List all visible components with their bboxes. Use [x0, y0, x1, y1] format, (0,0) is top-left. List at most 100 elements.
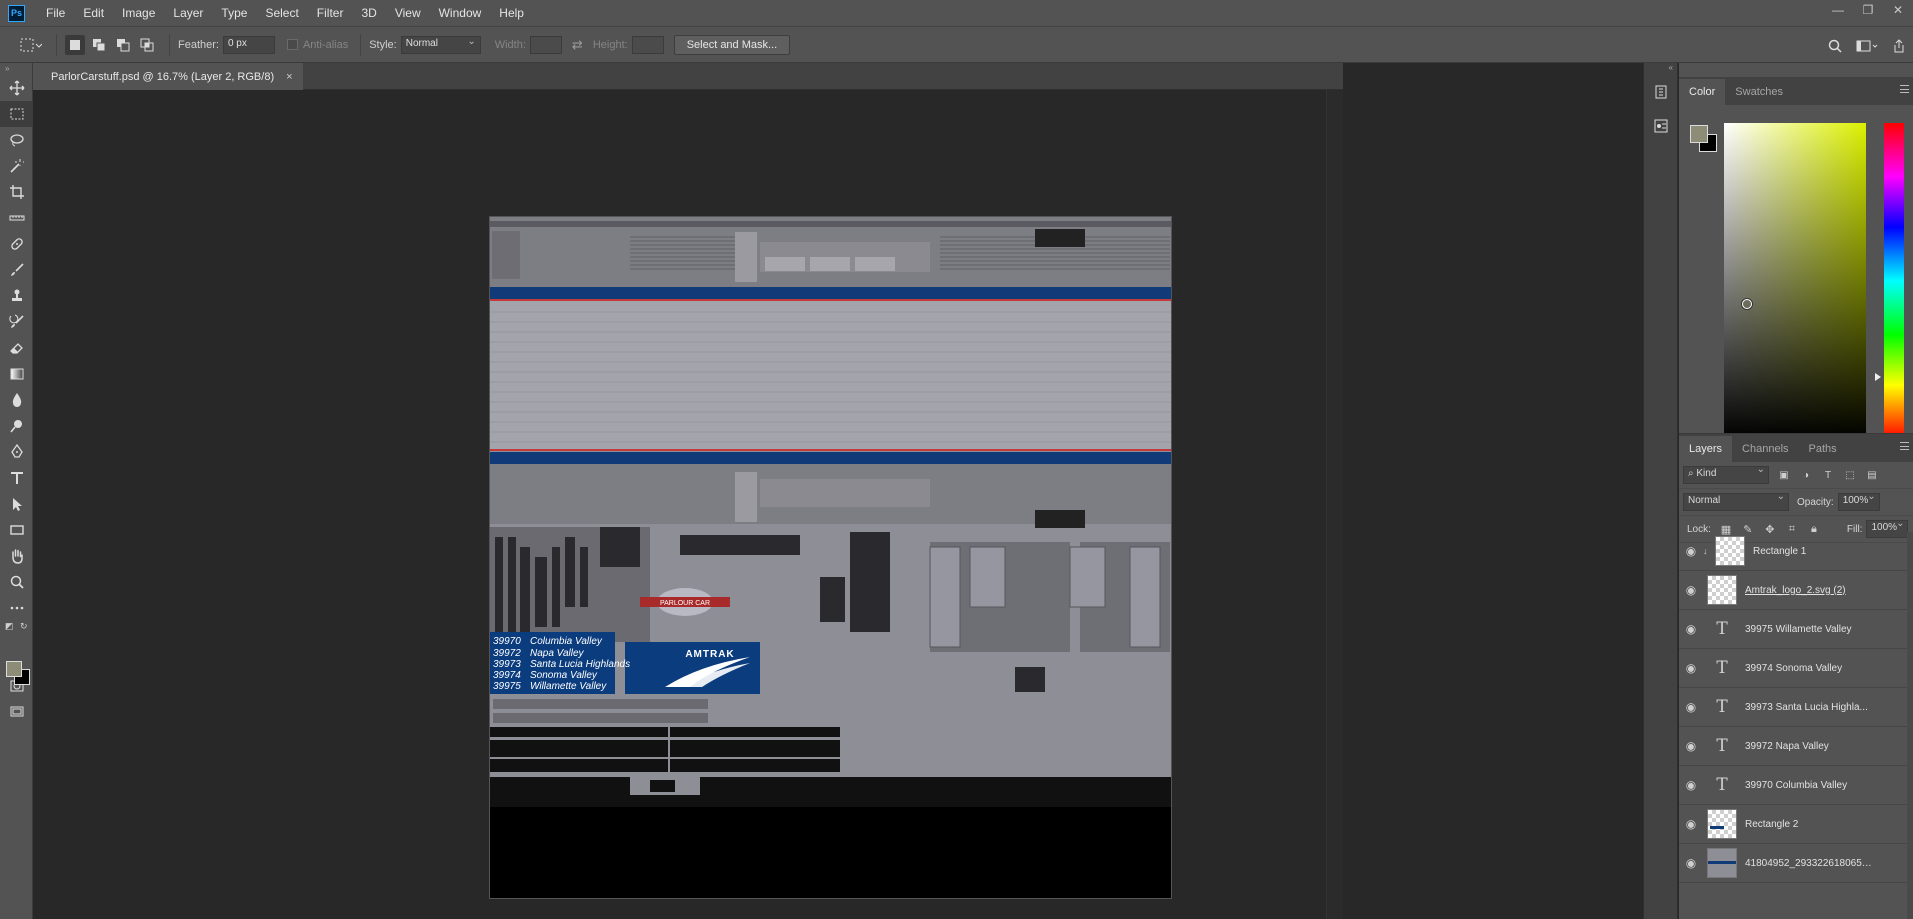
pen-tool-icon[interactable]: [0, 439, 33, 465]
panel-menu-icon[interactable]: [1900, 85, 1909, 93]
visibility-eye-icon[interactable]: ◉: [1679, 583, 1703, 597]
swap-colors-icon[interactable]: ↻: [20, 621, 28, 632]
more-tools-icon[interactable]: [0, 595, 33, 621]
layer-name[interactable]: 39973 Santa Lucia Highla...: [1745, 702, 1873, 713]
visibility-eye-icon[interactable]: ◉: [1679, 622, 1703, 636]
layer-name[interactable]: 39975 Willamette Valley: [1745, 624, 1873, 635]
pixel-filter-icon[interactable]: ▣: [1773, 466, 1795, 484]
layer-row[interactable]: ◉ ↓ Rectangle 1: [1679, 532, 1913, 571]
select-and-mask-button[interactable]: Select and Mask...: [673, 34, 791, 55]
menu-edit[interactable]: Edit: [74, 0, 113, 26]
panel-menu-icon[interactable]: [1900, 442, 1909, 450]
menu-3d[interactable]: 3D: [352, 0, 385, 26]
layer-row[interactable]: ◉ 41804952_2933226180650...: [1679, 844, 1913, 883]
layer-name[interactable]: Rectangle 2: [1745, 819, 1873, 830]
workspace-icon[interactable]: [1849, 32, 1885, 60]
style-dropdown[interactable]: Normal ⌄: [400, 35, 481, 54]
minimize-button[interactable]: —: [1823, 0, 1853, 20]
subtract-selection-icon[interactable]: [113, 35, 133, 55]
tab-swatches[interactable]: Swatches: [1725, 79, 1793, 105]
visibility-eye-icon[interactable]: ◉: [1679, 817, 1703, 831]
layer-row[interactable]: ◉ T 39973 Santa Lucia Highla...: [1679, 688, 1913, 727]
width-input[interactable]: [529, 35, 562, 54]
opacity-input[interactable]: 100%: [1837, 491, 1880, 511]
layer-row[interactable]: ◉ T 39972 Napa Valley: [1679, 727, 1913, 766]
vertical-scrollbar[interactable]: [1326, 90, 1343, 919]
close-button[interactable]: ✕: [1883, 0, 1913, 20]
lasso-tool-icon[interactable]: [0, 127, 33, 153]
rectangle-tool-icon[interactable]: [0, 517, 33, 543]
new-selection-icon[interactable]: [65, 34, 85, 55]
ruler-tool-icon[interactable]: [0, 205, 33, 231]
blend-mode-dropdown[interactable]: Normal: [1683, 491, 1789, 511]
default-colors-icon[interactable]: ◩: [5, 621, 14, 632]
collapse-icon[interactable]: »: [0, 63, 32, 75]
screen-mode-icon[interactable]: [0, 699, 33, 725]
color-panel-foreground-swatch[interactable]: [1690, 125, 1708, 143]
blur-tool-icon[interactable]: [0, 387, 33, 413]
crop-tool-icon[interactable]: [0, 179, 33, 205]
visibility-eye-icon[interactable]: ◉: [1679, 856, 1703, 870]
color-picker-marker[interactable]: [1742, 299, 1752, 309]
menu-window[interactable]: Window: [430, 0, 491, 26]
document-tab[interactable]: ParlorCarstuff.psd @ 16.7% (Layer 2, RGB…: [33, 63, 303, 90]
tab-channels[interactable]: Channels: [1732, 436, 1798, 462]
layer-name[interactable]: 39972 Napa Valley: [1745, 741, 1873, 752]
marquee-preset-icon[interactable]: [14, 31, 48, 59]
eraser-tool-icon[interactable]: [0, 335, 33, 361]
marquee-tool-icon[interactable]: [0, 101, 33, 127]
visibility-eye-icon[interactable]: ◉: [1679, 700, 1703, 714]
layer-name[interactable]: Rectangle 1: [1753, 546, 1881, 557]
stamp-tool-icon[interactable]: [0, 283, 33, 309]
antialias-checkbox[interactable]: [286, 39, 298, 50]
properties-panel-icon[interactable]: [1644, 109, 1678, 143]
magic-wand-tool-icon[interactable]: [0, 153, 33, 179]
menu-type[interactable]: Type: [212, 0, 256, 26]
layer-row[interactable]: ◉ T 39975 Willamette Valley: [1679, 610, 1913, 649]
tab-paths[interactable]: Paths: [1799, 436, 1847, 462]
menu-filter[interactable]: Filter: [308, 0, 353, 26]
history-panel-icon[interactable]: [1644, 75, 1678, 109]
share-icon[interactable]: [1885, 32, 1913, 60]
layers-scrollbar[interactable]: [1907, 532, 1913, 919]
type-filter-icon[interactable]: T: [1817, 466, 1839, 484]
healing-brush-tool-icon[interactable]: [0, 231, 33, 257]
layer-name[interactable]: 39970 Columbia Valley: [1745, 780, 1873, 791]
height-input[interactable]: [631, 35, 664, 54]
collapse-icon[interactable]: «: [1644, 63, 1677, 75]
dodge-tool-icon[interactable]: [0, 413, 33, 439]
search-icon[interactable]: [1821, 32, 1849, 60]
type-tool-icon[interactable]: [0, 465, 33, 491]
document-canvas[interactable]: PARLOUR CAR AMTRAK 39970 Columbia Valley…: [489, 216, 1172, 899]
layer-row[interactable]: ◉ T 39974 Sonoma Valley: [1679, 649, 1913, 688]
kind-filter-dropdown[interactable]: ⌕ Kind: [1683, 464, 1769, 484]
layer-name[interactable]: 41804952_2933226180650...: [1745, 858, 1873, 869]
menu-select[interactable]: Select: [256, 0, 307, 26]
menu-help[interactable]: Help: [490, 0, 533, 26]
gradient-tool-icon[interactable]: [0, 361, 33, 387]
adjustment-filter-icon[interactable]: ◑: [1795, 466, 1817, 484]
move-tool-icon[interactable]: [0, 75, 33, 101]
intersect-selection-icon[interactable]: [137, 35, 157, 55]
layer-row[interactable]: ◉ Amtrak_logo_2.svg (2): [1679, 571, 1913, 610]
history-brush-tool-icon[interactable]: [0, 309, 33, 335]
brush-tool-icon[interactable]: [0, 257, 33, 283]
visibility-eye-icon[interactable]: ◉: [1679, 544, 1703, 558]
add-selection-icon[interactable]: [89, 35, 109, 55]
hand-tool-icon[interactable]: [0, 543, 33, 569]
feather-input[interactable]: 0 px: [222, 35, 275, 54]
zoom-tool-icon[interactable]: [0, 569, 33, 595]
layer-name[interactable]: 39974 Sonoma Valley: [1745, 663, 1873, 674]
visibility-eye-icon[interactable]: ◉: [1679, 739, 1703, 753]
menu-file[interactable]: File: [37, 0, 74, 26]
layer-name[interactable]: Amtrak_logo_2.svg (2): [1745, 585, 1873, 596]
menu-layer[interactable]: Layer: [164, 0, 212, 26]
hue-marker[interactable]: [1875, 373, 1881, 381]
foreground-color-swatch[interactable]: [6, 661, 22, 677]
tab-color[interactable]: Color: [1679, 79, 1726, 105]
menu-view[interactable]: View: [386, 0, 430, 26]
restore-button[interactable]: ❐: [1853, 0, 1883, 20]
shape-filter-icon[interactable]: ⬚: [1839, 466, 1861, 484]
tab-layers[interactable]: Layers: [1679, 436, 1733, 462]
layer-row[interactable]: ◉ T 39970 Columbia Valley: [1679, 766, 1913, 805]
